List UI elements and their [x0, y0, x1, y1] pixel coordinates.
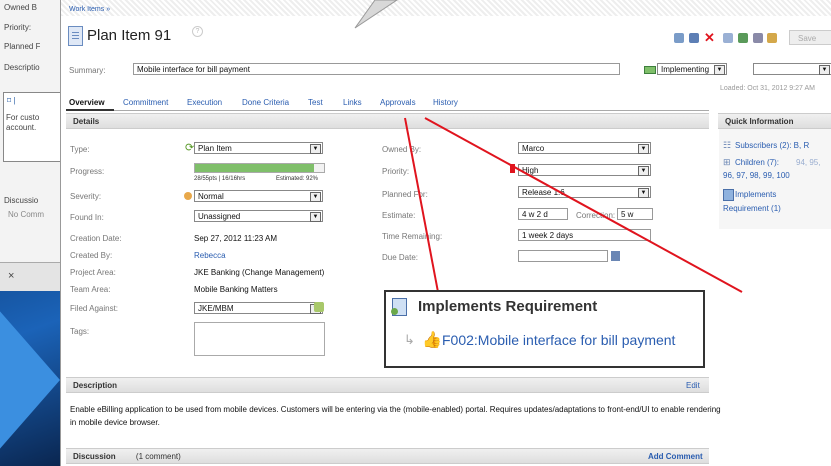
requirement-link[interactable]: F002:Mobile interface for bill payment	[442, 332, 675, 348]
annotation-line-right	[424, 117, 743, 293]
child-link-arrow-icon: ↳	[404, 332, 415, 347]
implements-requirement-popup: Implements Requirement ↳ 👍 F002:Mobile i…	[384, 290, 705, 368]
annotation-overlay	[354, 0, 743, 293]
callout-pointer	[354, 0, 398, 29]
thumbs-up-icon: 👍	[422, 332, 442, 349]
annotation-line-left	[404, 117, 439, 293]
requirement-icon	[391, 298, 407, 316]
popup-title: Implements Requirement	[418, 298, 598, 315]
